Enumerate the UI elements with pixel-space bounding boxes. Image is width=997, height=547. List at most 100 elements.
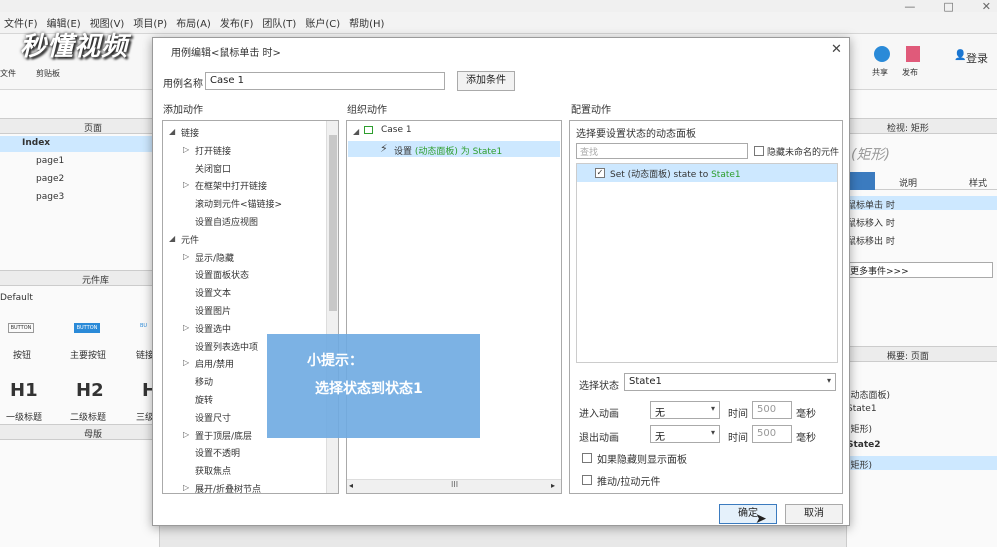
pages-header: 页面 [0,118,160,134]
outline-item-label: (矩形) [847,461,873,471]
action-label: 显示/隐藏 [195,253,235,264]
more-events-select[interactable]: 更多事件>>> [847,262,993,278]
expand-icon[interactable]: ▷ [183,483,189,492]
inspector-title: 检视: 矩形 [887,124,929,134]
case-label[interactable]: Case 1 [381,125,412,135]
shape-name[interactable]: (矩形) [851,144,890,164]
case-name-input[interactable]: Case 1 [205,72,445,90]
widget-thumb-primary[interactable]: BUTTON [74,323,100,333]
window-controls: — □ ✕ [904,0,991,13]
checkbox-checked-icon[interactable]: ✓ [595,168,605,178]
action-item[interactable]: ▷ 在框架中打开链接 [163,178,325,194]
outline-item[interactable]: State1 [847,404,877,414]
panel-item-label: Set (动态面板) state to [610,170,709,180]
page-item-page1[interactable]: page1 [36,156,64,166]
menu-layout[interactable]: 布局(A) [176,15,211,30]
page-item-index[interactable]: Index [0,136,160,152]
expand-icon[interactable]: ▷ [183,358,189,367]
tab-style[interactable]: 样式 [969,176,987,189]
expand-icon[interactable]: ▷ [183,180,189,189]
action-item[interactable]: 设置图片 [163,303,325,319]
hide-unnamed-checkbox[interactable] [754,146,764,156]
search-input[interactable]: 查找 [576,143,748,159]
collapse-icon[interactable]: ◢ [169,127,175,136]
widget-label-h1: 一级标题 [6,413,43,423]
exit-time-input[interactable]: 500 [752,425,792,443]
outline-item[interactable]: State2 [847,440,881,450]
action-row-selected[interactable]: ⚡ 设置 (动态面板) 为 State1 [348,141,560,157]
maximize-icon[interactable]: □ [943,0,953,13]
action-item[interactable]: 设置自适应视图 [163,214,325,230]
login-link[interactable]: 登录 [966,50,988,66]
cancel-button[interactable]: 取消 [785,504,843,524]
page-item-page3[interactable]: page3 [36,192,64,202]
action-item[interactable]: 关闭窗口 [163,161,325,177]
expand-icon[interactable]: ◢ [353,127,359,136]
event-row-click[interactable]: 鼠标单击 时 [847,196,997,211]
action-group[interactable]: ◢ 元件 [163,232,325,248]
dialog-titlebar[interactable]: 用例编辑<鼠标单击 时> ✕ [153,38,849,64]
scroll-left-icon[interactable]: ◂ [349,481,353,490]
mouse-cursor-icon: ➤ [755,511,767,527]
push-pull-checkbox[interactable] [582,475,592,485]
action-label: 元件 [181,235,200,246]
pages-title: 页面 [84,124,103,134]
outline-item[interactable]: (矩形) [847,422,872,435]
action-item[interactable]: 设置文本 [163,285,325,301]
widget-thumb-h1[interactable]: H1 [10,380,38,401]
select-state-dropdown[interactable]: State1 ▾ [624,373,836,391]
action-item[interactable]: ▷ 打开链接 [163,143,325,159]
menu-publish[interactable]: 发布(F) [220,15,254,30]
chevron-down-icon: ▾ [710,428,715,437]
action-item[interactable]: 滚动到元件<锚链接> [163,196,325,212]
minimize-icon[interactable]: — [904,0,915,13]
action-item[interactable]: ▷ 展开/折叠树节点 [163,481,325,493]
event-row-mouseenter[interactable]: 鼠标移入 时 [847,216,895,229]
action-item[interactable]: 设置面板状态 [163,267,325,283]
close-icon[interactable]: ✕ [831,42,842,57]
show-if-hidden-checkbox[interactable] [582,453,592,463]
action-label: 在框架中打开链接 [195,182,268,193]
close-window-icon[interactable]: ✕ [982,0,991,13]
add-condition-button[interactable]: 添加条件 [457,71,515,91]
event-row-mouseleave[interactable]: 鼠标移出 时 [847,234,895,247]
action-item[interactable]: ▷ 显示/隐藏 [163,250,325,266]
inspector-tabs: 说明 样式 [847,172,997,190]
expand-icon[interactable]: ▷ [183,145,189,154]
menu-help[interactable]: 帮助(H) [349,15,384,30]
enter-anim-select[interactable]: 无 ▾ [650,401,720,419]
menu-project[interactable]: 项目(P) [133,15,167,30]
organize-hscrollbar[interactable]: ◂ III ▸ [347,479,561,493]
action-label: 设置列表选中项 [195,342,259,353]
widget-thumb-h2[interactable]: H2 [76,380,104,401]
page-item-page2[interactable]: page2 [36,174,64,184]
outline-item[interactable]: (动态面板) [847,388,890,401]
exit-anim-select[interactable]: 无 ▾ [650,425,720,443]
ok-button[interactable]: 确定 [719,504,777,524]
scroll-thumb[interactable] [329,135,337,311]
outline-header: 概要: 页面 [847,346,997,362]
menu-team[interactable]: 团队(T) [262,15,296,30]
hide-unnamed-label: 隐藏未命名的元件 [767,148,840,158]
library-select[interactable]: Default [0,293,33,303]
configure-panel: 选择要设置状态的动态面板 查找 隐藏未命名的元件 ✓ Set (动态面板) st… [569,120,843,494]
menu-account[interactable]: 账户(C) [305,15,340,30]
scroll-right-icon[interactable]: ▸ [551,481,555,490]
enter-time-input[interactable]: 500 [752,401,792,419]
widget-thumb-button[interactable]: BUTTON [8,323,34,333]
action-item[interactable]: 设置不透明 [163,445,325,461]
share-icon[interactable] [874,46,890,62]
expand-icon[interactable]: ▷ [183,323,189,332]
tab-notes[interactable]: 说明 [899,176,917,189]
tab-properties[interactable] [847,172,875,190]
expand-icon[interactable]: ▷ [183,252,189,261]
action-label: 移动 [195,378,214,389]
widget-thumb-link[interactable]: BU [140,323,147,329]
collapse-icon[interactable]: ◢ [169,234,175,243]
action-item[interactable]: 获取焦点 [163,463,325,479]
action-group[interactable]: ◢ 链接 [163,125,325,141]
panel-list-item[interactable]: ✓ Set (动态面板) state to State1 [577,164,837,182]
expand-icon[interactable]: ▷ [183,430,189,439]
outline-item-selected[interactable]: (矩形) [847,456,997,471]
publish-icon[interactable] [906,46,920,62]
